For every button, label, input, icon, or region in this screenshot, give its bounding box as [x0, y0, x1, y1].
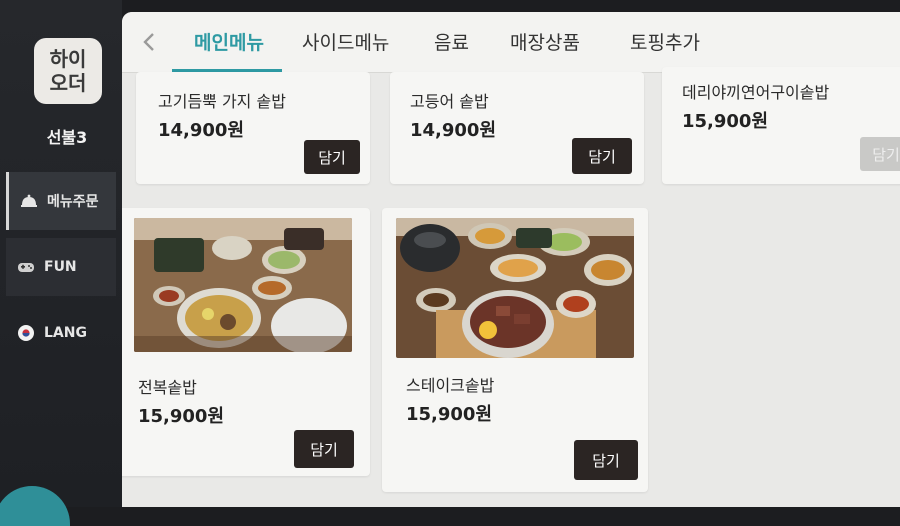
sidebar-item-label: FUN [44, 259, 77, 275]
call-staff-button[interactable] [0, 486, 70, 526]
menu-name: 데리야끼연어구이솥밥 [682, 83, 830, 102]
app-logo: 하이 오더 [34, 38, 102, 104]
cloche-icon [19, 191, 39, 211]
add-to-cart-button[interactable]: 담기 [294, 430, 354, 468]
flag-icon [16, 323, 36, 343]
menu-price: 15,900원 [682, 111, 769, 132]
menu-price: 14,900원 [158, 120, 245, 141]
menu-card[interactable]: 전복솥밥 15,900원 담기 [122, 208, 370, 476]
tab-drinks[interactable]: 음료 [434, 28, 469, 55]
add-to-cart-button[interactable]: 담기 [574, 440, 638, 480]
sidebar-item-label: LANG [44, 325, 87, 341]
sidebar-item-lang[interactable]: LANG [6, 304, 116, 362]
sidebar-item-menu-order[interactable]: 메뉴주문 [6, 172, 116, 230]
sidebar: 하이 오더 선불3 메뉴주문 FUN LANG [0, 0, 122, 526]
back-chevron-icon[interactable] [138, 30, 162, 54]
menu-name: 고등어 솥밥 [410, 92, 489, 111]
menu-card[interactable]: 고기듬뿍 가지 솥밥 14,900원 담기 [136, 72, 370, 184]
category-tabbar: 메인메뉴 사이드메뉴 음료 매장상품 토핑추가 [122, 12, 900, 73]
main-panel: 메인메뉴 사이드메뉴 음료 매장상품 토핑추가 고기듬뿍 가지 솥밥 14,90… [122, 12, 900, 507]
food-photo [134, 218, 352, 352]
steak-sotbap-photo [396, 218, 634, 358]
menu-name: 스테이크솥밥 [406, 376, 495, 395]
menu-card[interactable]: 데리야끼연어구이솥밥 15,900원 담기 [662, 67, 900, 184]
menu-card[interactable]: 고등어 솥밥 14,900원 담기 [390, 72, 644, 184]
menu-name: 전복솥밥 [138, 378, 197, 397]
sidebar-item-fun[interactable]: FUN [6, 238, 116, 296]
add-to-cart-button[interactable]: 담기 [860, 137, 900, 171]
store-name: 선불3 [46, 128, 88, 147]
menu-price: 15,900원 [406, 404, 493, 425]
abalone-sotbap-photo [134, 218, 352, 352]
food-photo [396, 218, 634, 358]
menu-price: 14,900원 [410, 120, 497, 141]
tab-toppings[interactable]: 토핑추가 [630, 28, 700, 55]
tab-store-products[interactable]: 매장상품 [510, 28, 580, 55]
gamepad-icon [16, 257, 36, 277]
menu-name: 고기듬뿍 가지 솥밥 [158, 92, 286, 111]
add-to-cart-button[interactable]: 담기 [304, 140, 360, 174]
add-to-cart-button[interactable]: 담기 [572, 138, 632, 174]
menu-price: 15,900원 [138, 406, 225, 427]
sidebar-item-label: 메뉴주문 [47, 194, 99, 210]
tab-side-menu[interactable]: 사이드메뉴 [302, 28, 389, 55]
logo-text: 하이 오더 [49, 47, 87, 95]
menu-card[interactable]: 스테이크솥밥 15,900원 담기 [382, 208, 648, 492]
tab-main-menu[interactable]: 메인메뉴 [194, 28, 264, 55]
